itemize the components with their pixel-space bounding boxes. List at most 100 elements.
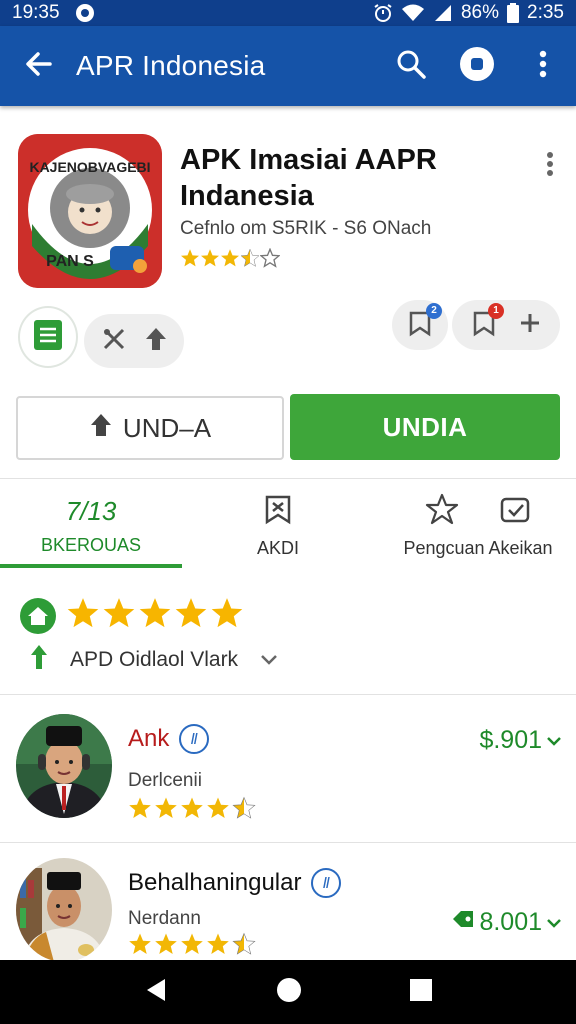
logo-text-bottom: PAN S <box>46 253 94 270</box>
recents-square-icon[interactable] <box>409 978 433 1007</box>
star-icon <box>211 598 243 628</box>
wifi-icon <box>401 3 425 23</box>
tab-akdi[interactable]: AKDI <box>200 480 356 572</box>
app-name: APK Imasiai AAPR Indanesia <box>180 144 437 212</box>
review-price[interactable]: $.901 <box>479 726 562 755</box>
chevron-down-icon <box>546 908 562 937</box>
divider <box>0 842 576 843</box>
plus-icon <box>518 311 542 340</box>
tab-label: AKDI <box>256 538 299 558</box>
overall-rating-stars <box>66 596 244 630</box>
signal-icon <box>433 3 453 23</box>
status-time-left: 19:35 <box>12 2 60 23</box>
tab-label: BKEROUAS <box>40 535 142 555</box>
alarm-icon <box>373 3 393 23</box>
sort-dropdown[interactable]: APD Oidlaol Vlark <box>30 644 278 676</box>
reviewer-name: Ank <box>128 725 170 752</box>
star-icon <box>181 249 199 267</box>
tools-icon <box>101 326 127 357</box>
tab-reviews[interactable]: 7/13 BKEROUAS <box>0 480 182 572</box>
star-icon <box>240 248 260 267</box>
review-price[interactable]: 8.001 <box>451 908 562 937</box>
reviewer-name-row: Behalhaningular Ⅱ <box>128 868 342 898</box>
divider <box>0 694 576 695</box>
star-icon <box>425 493 459 530</box>
folder-check-icon <box>499 493 531 530</box>
reviewer-subtitle: Derlcenii <box>128 770 202 791</box>
divider <box>0 478 576 479</box>
sort-label: APD Oidlaol Vlark <box>70 648 239 671</box>
tools-chip[interactable] <box>84 314 184 368</box>
bookmark-x-icon <box>262 493 294 530</box>
tab-bar: 7/13 BKEROUAS AKDI Pengcuan Akeikan <box>0 480 576 572</box>
star-icon <box>232 932 256 955</box>
reviewer-stars <box>128 796 256 820</box>
active-tab-indicator <box>0 564 182 568</box>
document-chip[interactable] <box>18 306 78 368</box>
reviewer-name-row: Ank Ⅱ <box>128 724 210 754</box>
notification-icon <box>74 2 96 24</box>
primary-button[interactable]: UNDIA <box>290 394 560 460</box>
notification-badge: 2 <box>426 302 442 319</box>
star-icon <box>232 796 256 819</box>
sort-arrow-icon <box>30 644 48 676</box>
avatar <box>16 858 112 962</box>
app-bar: APR Indonesia <box>0 26 576 106</box>
bookmark-icon: 1 <box>470 302 504 342</box>
star-icon <box>181 933 203 954</box>
status-time-right: 2:35 <box>527 2 564 23</box>
price-tag-icon <box>451 908 475 937</box>
battery-percent: 86% <box>460 2 500 23</box>
chevron-down-icon <box>260 648 278 672</box>
review-item[interactable]: Ank Ⅱ Derlcenii $.901 <box>0 706 576 836</box>
more-vertical-icon <box>546 151 554 182</box>
secondary-button-label: UND–A <box>122 412 212 443</box>
bookmark-chip[interactable]: 2 <box>392 300 448 350</box>
chevron-down-icon <box>546 726 562 755</box>
document-icon <box>31 317 65 358</box>
bookmark-icon: 2 <box>406 302 442 342</box>
star-icon <box>129 797 151 818</box>
verified-icon: Ⅱ <box>179 724 210 754</box>
primary-button-label: UNDIA <box>382 411 468 442</box>
notification-badge: 1 <box>488 302 504 319</box>
tab-label: Pengcuan Akeikan <box>403 538 553 558</box>
app-header: KAJENOBVAGEBI PAN S APK Imasiai AAPR Ind… <box>0 106 576 306</box>
star-icon <box>221 249 239 267</box>
star-icon <box>129 933 151 954</box>
system-nav-bar <box>0 960 576 1024</box>
review-item[interactable]: Behalhaningular Ⅱ Nerdann 8.001 <box>0 848 576 978</box>
star-icon <box>155 933 177 954</box>
app-rating-stars <box>180 248 280 268</box>
record-button[interactable] <box>444 26 510 106</box>
reviewer-subtitle: Nerdann <box>128 908 201 929</box>
rating-summary: APD Oidlaol Vlark <box>0 592 576 692</box>
bookmark-add-chip[interactable]: 1 <box>452 300 560 350</box>
back-arrow-icon <box>23 49 53 84</box>
app-bar-title: APR Indonesia <box>76 50 266 81</box>
secondary-button[interactable]: UND–A <box>16 396 284 460</box>
star-icon <box>155 797 177 818</box>
logo-text-top: KAJENOBVAGEBI <box>29 159 150 175</box>
back-triangle-icon[interactable] <box>143 977 169 1008</box>
price-value: 8.001 <box>479 908 542 936</box>
star-icon <box>201 249 219 267</box>
install-button-row: UND–A UNDIA <box>0 394 576 462</box>
home-icon <box>20 598 56 634</box>
star-icon <box>181 797 203 818</box>
price-value: $.901 <box>479 726 542 754</box>
search-button[interactable] <box>378 26 444 106</box>
star-icon <box>207 933 229 954</box>
app-developer: Cefnlo om S5RIK - S6 ONach <box>180 218 432 239</box>
star-icon <box>67 598 99 628</box>
app-more-button[interactable] <box>538 146 562 186</box>
back-button[interactable] <box>0 26 76 106</box>
reviewer-name: Behalhaningular <box>128 869 302 896</box>
home-circle-icon[interactable] <box>275 976 303 1009</box>
overflow-menu-button[interactable] <box>510 26 576 106</box>
tab-pengcuan[interactable]: Pengcuan Akeikan <box>380 480 576 572</box>
tab-count-icon: 7/13 <box>65 496 117 526</box>
record-icon <box>459 46 495 87</box>
star-icon <box>260 248 280 268</box>
upload-arrow-icon <box>144 326 168 357</box>
